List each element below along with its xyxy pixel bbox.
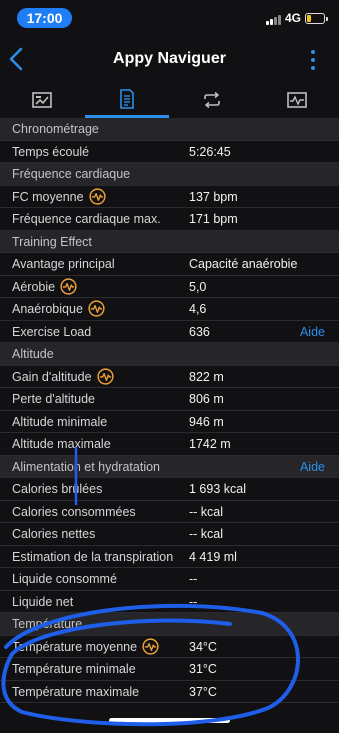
- row-label: Aérobie: [12, 279, 56, 294]
- row-label: Fréquence cardiaque max.: [12, 212, 161, 226]
- section-title: Alimentation et hydratation: [12, 459, 161, 474]
- section-title: Température: [12, 617, 83, 631]
- table-row: Calories brûlées 1 693 kcal: [0, 478, 339, 501]
- table-row: Calories consommées -- kcal: [0, 501, 339, 523]
- row-value: 171 bpm: [189, 212, 238, 226]
- row-value: -- kcal: [189, 527, 224, 541]
- row-label: Calories brûlées: [12, 482, 103, 496]
- table-row: Estimation de la transpiration 4 419 ml: [0, 546, 339, 568]
- row-value: 636: [189, 324, 210, 339]
- row-label: Liquide consommé: [12, 572, 117, 586]
- details-table: Chronométrage Temps écoulé 5:26:45 Fréquenc…: [0, 118, 339, 703]
- row-value: 137 bpm: [189, 189, 238, 204]
- pulse-icon: [287, 92, 307, 108]
- row-label: Perte d'altitude: [12, 392, 95, 406]
- table-row: Altitude maximale 1742 m: [0, 433, 339, 456]
- tab-graphs[interactable]: [255, 82, 339, 118]
- section-header: Fréquence cardiaque: [0, 163, 339, 186]
- nav-bar: Appy Naviguer: [0, 36, 339, 82]
- row-label: Estimation de la transpiration: [12, 549, 174, 564]
- row-value: -- kcal: [189, 504, 224, 519]
- row-label: Avantage principal: [12, 257, 115, 271]
- tab-laps[interactable]: [170, 82, 254, 118]
- status-bar: 17:00 4G: [0, 0, 339, 36]
- row-value: --: [189, 572, 198, 586]
- table-row: Calories nettes -- kcal: [0, 523, 339, 546]
- section-header: Chronométrage: [0, 118, 339, 141]
- page-title: Appy Naviguer: [113, 50, 226, 67]
- row-label: Température moyenne: [12, 639, 138, 654]
- table-row: Avantage principal Capacité anaérobie: [0, 253, 339, 276]
- row-value: 946 m: [189, 414, 224, 429]
- table-row: Anaérobique 4,6: [0, 298, 339, 321]
- table-row: Liquide consommé --: [0, 568, 339, 591]
- row-value: Capacité anaérobie: [189, 257, 298, 271]
- row-value: 4 419 ml: [189, 549, 237, 564]
- tab-chart[interactable]: [0, 82, 84, 118]
- row-label: Calories nettes: [12, 527, 96, 541]
- home-indicator[interactable]: [109, 718, 230, 723]
- table-row: Aérobie 5,0: [0, 276, 339, 298]
- heart-rate-icon[interactable]: [142, 637, 159, 655]
- row-label: Temps écoulé: [12, 144, 90, 159]
- table-row: Température moyenne 34°C: [0, 636, 339, 658]
- table-row: Gain d'altitude 822 m: [0, 366, 339, 388]
- row-value: 806 m: [189, 392, 224, 406]
- repeat-icon: [204, 92, 220, 108]
- row-value: 4,6: [189, 302, 207, 316]
- network-type: 4G: [285, 11, 302, 25]
- row-value: 5,0: [189, 279, 207, 294]
- tab-details[interactable]: [85, 82, 169, 118]
- row-label: Liquide net: [12, 594, 74, 609]
- table-row: Temps écoulé 5:26:45: [0, 141, 339, 163]
- row-value: 31°C: [189, 662, 217, 676]
- section-header: Altitude: [0, 343, 339, 366]
- help-link[interactable]: Aide: [300, 460, 325, 474]
- section-title: Altitude: [12, 347, 54, 361]
- section-header: Température: [0, 613, 339, 636]
- row-label: Altitude minimale: [12, 414, 108, 429]
- section-title: Chronométrage: [12, 122, 99, 136]
- document-icon: [120, 88, 134, 109]
- row-label: Exercise Load: [12, 324, 92, 339]
- row-value: 5:26:45: [189, 144, 231, 159]
- section-header: Alimentation et hydratation Aide: [0, 455, 339, 478]
- heart-rate-icon[interactable]: [60, 277, 77, 295]
- row-label: Température minimale: [12, 662, 136, 676]
- table-row: Altitude minimale 946 m: [0, 411, 339, 433]
- status-time[interactable]: 17:00: [17, 8, 72, 28]
- battery-icon: [305, 13, 328, 24]
- table-row: FC moyenne 137 bpm: [0, 186, 339, 208]
- table-row: Exercise Load 636 Aide: [0, 321, 339, 343]
- row-label: FC moyenne: [12, 189, 84, 204]
- row-value: 1742 m: [189, 437, 231, 451]
- heart-rate-icon[interactable]: [97, 367, 114, 385]
- row-label: Gain d'altitude: [12, 369, 92, 384]
- table-row: Perte d'altitude 806 m: [0, 388, 339, 411]
- heart-rate-icon[interactable]: [89, 187, 106, 205]
- table-row: Liquide net --: [0, 591, 339, 613]
- section-title: Training Effect: [12, 234, 92, 249]
- table-row: Température maximale 37°C: [0, 681, 339, 703]
- section-header: Training Effect: [0, 230, 339, 253]
- table-row: Fréquence cardiaque max. 171 bpm: [0, 208, 339, 231]
- more-options-button[interactable]: [306, 48, 320, 72]
- table-row: Température minimale 31°C: [0, 658, 339, 681]
- section-title: Fréquence cardiaque: [12, 167, 131, 181]
- row-label: Température maximale: [12, 684, 140, 699]
- tab-bar: [0, 82, 339, 119]
- help-link[interactable]: Aide: [300, 325, 325, 339]
- chart-icon: [32, 92, 52, 108]
- row-value: 34°C: [189, 639, 217, 654]
- row-label: Anaérobique: [12, 302, 83, 316]
- row-value: 37°C: [189, 684, 217, 699]
- signal-icon: [266, 14, 282, 25]
- row-value: --: [189, 594, 198, 609]
- row-value: 822 m: [189, 369, 224, 384]
- row-label: Calories consommées: [12, 504, 136, 519]
- heart-rate-icon[interactable]: [88, 300, 105, 317]
- row-label: Altitude maximale: [12, 437, 111, 451]
- row-value: 1 693 kcal: [189, 482, 246, 496]
